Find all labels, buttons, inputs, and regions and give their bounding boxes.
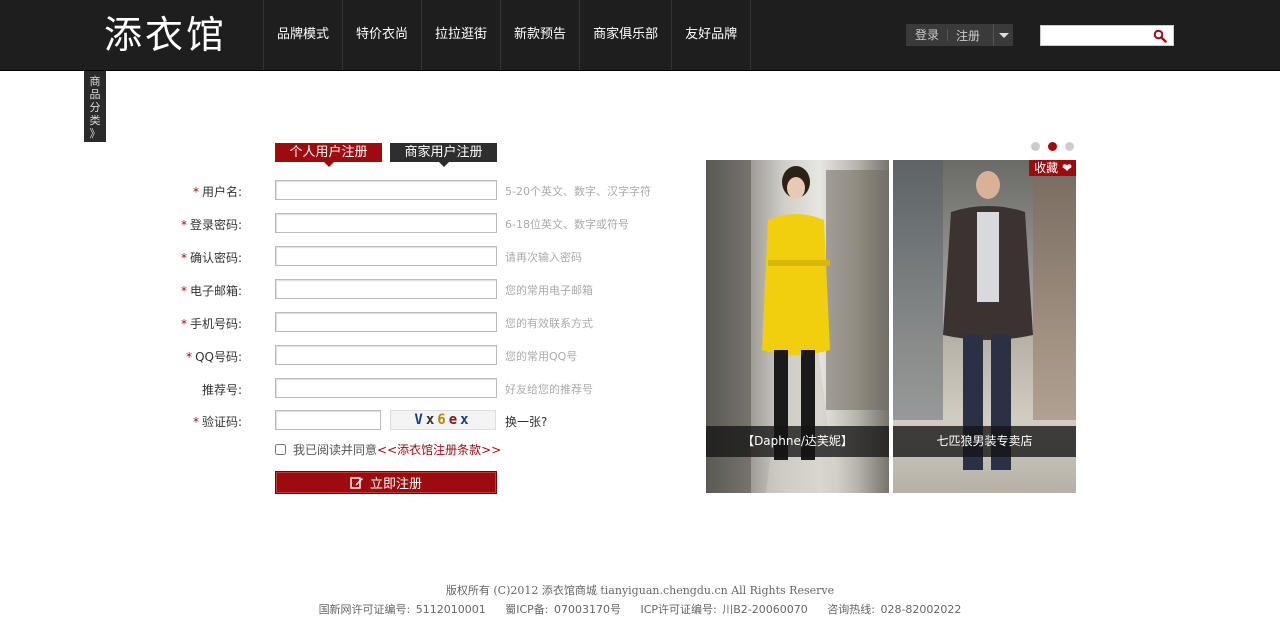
footer-copyright: 版权所有 (C)2012 添衣馆商城 tianyiguan.chengdu.cn… [445, 584, 835, 597]
side-tab-char: 分 [89, 101, 101, 114]
agree-text: 我已阅读并同意 [293, 443, 378, 457]
agree-terms: 我已阅读并同意 <<添衣馆注册条款>> [275, 441, 501, 458]
footer-license-item: 蜀ICP备: 07003170号 [505, 603, 621, 616]
carousel-dot[interactable] [1065, 142, 1074, 151]
nav-item-new-arrivals[interactable]: 新款预告 [501, 0, 581, 70]
side-tab-char: 》 [89, 127, 101, 140]
mobile-input[interactable] [275, 312, 497, 332]
password-input[interactable] [275, 213, 497, 233]
footer-license-item: ICP许可证编号: 川B2-20060070 [640, 603, 808, 616]
email-input[interactable] [275, 279, 497, 299]
email-label: * 电子邮箱: [180, 284, 242, 298]
footer-hotline: 咨询热线: 028-82002022 [827, 603, 962, 616]
search-icon[interactable] [1153, 29, 1167, 43]
qq-hint: 您的常用QQ号 [505, 350, 578, 363]
search-box [1040, 25, 1174, 46]
category-side-tab[interactable]: 商 品 分 类 》 [84, 71, 106, 142]
referrer-input[interactable] [275, 378, 497, 398]
carousel-dot[interactable] [1031, 142, 1040, 151]
form-row-mobile: * 手机号码: 您的有效联系方式 [180, 312, 660, 333]
terms-link[interactable]: <<添衣馆注册条款>> [377, 441, 501, 458]
nav-item-partner-brands[interactable]: 友好品牌 [672, 0, 752, 70]
username-hint: 5-20个英文、数字、汉字字符 [505, 185, 651, 198]
tab-merchant-register[interactable]: 商家用户注册 [390, 143, 497, 167]
form-row-password: * 登录密码: 6-18位英文、数字或符号 [180, 213, 660, 234]
agree-checkbox[interactable] [275, 444, 286, 455]
promo-card-daphne[interactable]: 【Daphne/达芙妮】 [706, 160, 889, 493]
heart-icon: ❤ [1058, 161, 1072, 175]
register-submit-button[interactable]: 立即注册 [275, 471, 497, 494]
user-menu: 登录 注册 [906, 24, 1013, 46]
required-mark: * [180, 317, 187, 331]
promo-caption-right: 七匹狼男装专卖店 [893, 426, 1076, 457]
chevron-down-icon [998, 32, 1009, 38]
nav-item-shopping[interactable]: 拉拉逛街 [422, 0, 502, 70]
edit-icon [350, 477, 363, 489]
captcha-image[interactable]: Vx6ex [390, 410, 496, 430]
qq-label: * QQ号码: [186, 350, 242, 364]
main-nav: 品牌模式 特价衣尚 拉拉逛街 新款预告 商家俱乐部 友好品牌 [263, 0, 752, 70]
required-mark: * [192, 415, 199, 429]
required-mark: * [180, 218, 187, 232]
form-row-referrer: 推荐号: 好友给您的推荐号 [180, 378, 660, 399]
footer-license-item: 国新网许可证编号: 5112010001 [318, 603, 486, 616]
favorite-button[interactable]: 收藏 ❤ [1029, 160, 1076, 176]
referrer-hint: 好友给您的推荐号 [505, 383, 593, 396]
user-menu-dropdown[interactable] [993, 24, 1013, 46]
nav-item-sale[interactable]: 特价衣尚 [343, 0, 423, 70]
required-mark: * [192, 185, 199, 199]
confirm-password-input[interactable] [275, 246, 497, 266]
promo-caption-left: 【Daphne/达芙妮】 [706, 426, 889, 457]
captcha-input[interactable] [275, 410, 381, 430]
email-hint: 您的常用电子邮箱 [505, 284, 593, 297]
password-label: * 登录密码: [180, 218, 242, 232]
confirm-password-hint: 请再次输入密码 [505, 251, 582, 264]
side-tab-char: 品 [89, 88, 101, 101]
form-row-email: * 电子邮箱: 您的常用电子邮箱 [180, 279, 660, 300]
carousel-dots [1031, 142, 1082, 151]
login-link[interactable]: 登录 [906, 29, 949, 41]
form-row-username: * 用户名: 5-20个英文、数字、汉字字符 [180, 180, 660, 201]
qq-input[interactable] [275, 345, 497, 365]
password-hint: 6-18位英文、数字或符号 [505, 218, 629, 231]
side-tab-char: 商 [89, 75, 101, 88]
required-mark: * [180, 251, 187, 265]
username-input[interactable] [275, 180, 497, 200]
top-header: 添衣馆 品牌模式 特价衣尚 拉拉逛街 新款预告 商家俱乐部 友好品牌 登录 注册 [0, 0, 1280, 71]
promo-card-septwolves[interactable]: 收藏 ❤ 七匹狼男装专卖店 [893, 160, 1076, 493]
required-mark: * [180, 284, 187, 298]
refresh-captcha-link[interactable]: 换一张? [505, 413, 547, 430]
confirm-password-label: * 确认密码: [180, 251, 242, 265]
register-submit-label: 立即注册 [369, 477, 422, 492]
nav-item-merchant-club[interactable]: 商家俱乐部 [580, 0, 673, 70]
mobile-hint: 您的有效联系方式 [505, 317, 593, 330]
search-input[interactable] [1043, 27, 1151, 44]
register-tabs: 个人用户注册 商家用户注册 [275, 143, 497, 167]
side-tab-char: 类 [89, 114, 101, 127]
form-row-qq: * QQ号码: 您的常用QQ号 [180, 345, 660, 366]
tab-personal-register[interactable]: 个人用户注册 [275, 143, 382, 167]
nav-item-brand-mode[interactable]: 品牌模式 [264, 0, 344, 70]
footer-licenses: 国新网许可证编号: 5112010001 蜀ICP备: 07003170号 IC… [0, 601, 1280, 617]
captcha-label: * 验证码: [192, 415, 242, 429]
required-mark: * [186, 350, 193, 364]
referrer-label: 推荐号: [201, 383, 242, 397]
site-logo[interactable]: 添衣馆 [104, 12, 227, 58]
carousel-dot-active[interactable] [1048, 142, 1057, 151]
form-row-captcha: * 验证码: Vx6ex 换一张? [180, 410, 660, 431]
username-label: * 用户名: [192, 185, 242, 199]
mobile-label: * 手机号码: [180, 317, 242, 331]
register-link[interactable]: 注册 [948, 27, 993, 44]
form-row-confirm-password: * 确认密码: 请再次输入密码 [180, 246, 660, 267]
